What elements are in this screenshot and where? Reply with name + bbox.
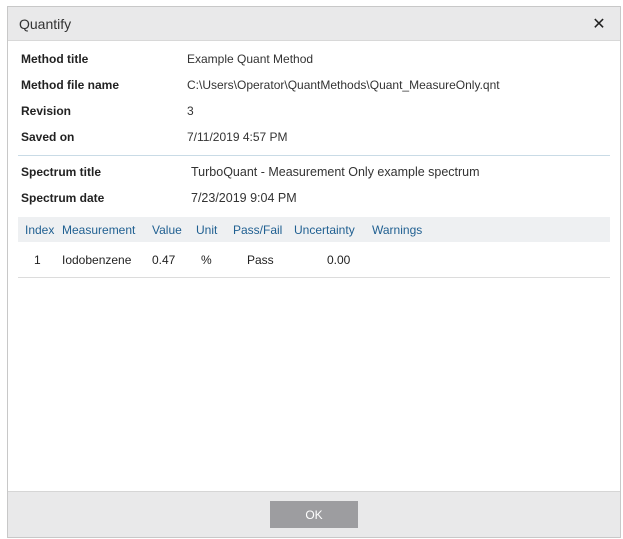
revision-label: Revision — [21, 104, 72, 118]
cell-unit: % — [201, 252, 212, 267]
column-header-index[interactable]: Index — [18, 223, 62, 237]
spectrum-date-row: Spectrum date 7/23/2019 9:04 PM — [21, 185, 620, 211]
table-body: 1 Iodobenzene 0.47 % Pass 0.00 — [18, 242, 610, 278]
method-info: Method title Example Quant Method Method… — [8, 41, 620, 152]
close-icon[interactable]: ✕ — [588, 13, 610, 35]
cell-pass-fail: Pass — [247, 252, 274, 267]
saved-on-value: 7/11/2019 4:57 PM — [187, 130, 288, 144]
cell-index: 1 — [34, 252, 41, 267]
column-header-uncertainty[interactable]: Uncertainty — [294, 223, 372, 237]
spectrum-date-label: Spectrum date — [21, 191, 105, 205]
method-file-row: Method file name C:\Users\Operator\Quant… — [21, 72, 620, 98]
section-divider — [18, 155, 610, 156]
column-header-pass-fail[interactable]: Pass/Fail — [233, 223, 294, 237]
method-title-row: Method title Example Quant Method — [21, 46, 620, 72]
results-table: Index Measurement Value Unit Pass/Fail U… — [18, 217, 610, 278]
column-header-measurement[interactable]: Measurement — [62, 223, 152, 237]
ok-button[interactable]: OK — [270, 501, 358, 528]
table-row[interactable]: 1 Iodobenzene 0.47 % Pass 0.00 — [18, 242, 610, 278]
spectrum-info: Spectrum title TurboQuant - Measurement … — [8, 159, 620, 211]
spectrum-date-value: 7/23/2019 9:04 PM — [191, 191, 297, 205]
saved-on-row: Saved on 7/11/2019 4:57 PM — [21, 124, 620, 150]
dialog-footer: OK — [8, 491, 620, 537]
spectrum-title-row: Spectrum title TurboQuant - Measurement … — [21, 159, 620, 185]
method-file-value: C:\Users\Operator\QuantMethods\Quant_Mea… — [187, 78, 500, 92]
method-title-label: Method title — [21, 52, 89, 66]
cell-measurement: Iodobenzene — [62, 252, 132, 267]
revision-value: 3 — [187, 104, 194, 118]
cell-value: 0.47 — [152, 252, 176, 267]
dialog-title: Quantify — [19, 15, 72, 32]
table-header: Index Measurement Value Unit Pass/Fail U… — [18, 217, 610, 242]
column-header-unit[interactable]: Unit — [196, 223, 233, 237]
dialog-titlebar: Quantify ✕ — [8, 7, 620, 41]
saved-on-label: Saved on — [21, 130, 75, 144]
column-header-value[interactable]: Value — [152, 223, 196, 237]
cell-uncertainty: 0.00 — [327, 252, 351, 267]
spectrum-title-label: Spectrum title — [21, 165, 102, 179]
spectrum-title-value: TurboQuant - Measurement Only example sp… — [191, 165, 480, 179]
method-file-label: Method file name — [21, 78, 120, 92]
quantify-dialog: Quantify ✕ Method title Example Quant Me… — [7, 6, 621, 538]
column-header-warnings[interactable]: Warnings — [372, 223, 452, 237]
method-title-value: Example Quant Method — [187, 52, 314, 66]
revision-row: Revision 3 — [21, 98, 620, 124]
